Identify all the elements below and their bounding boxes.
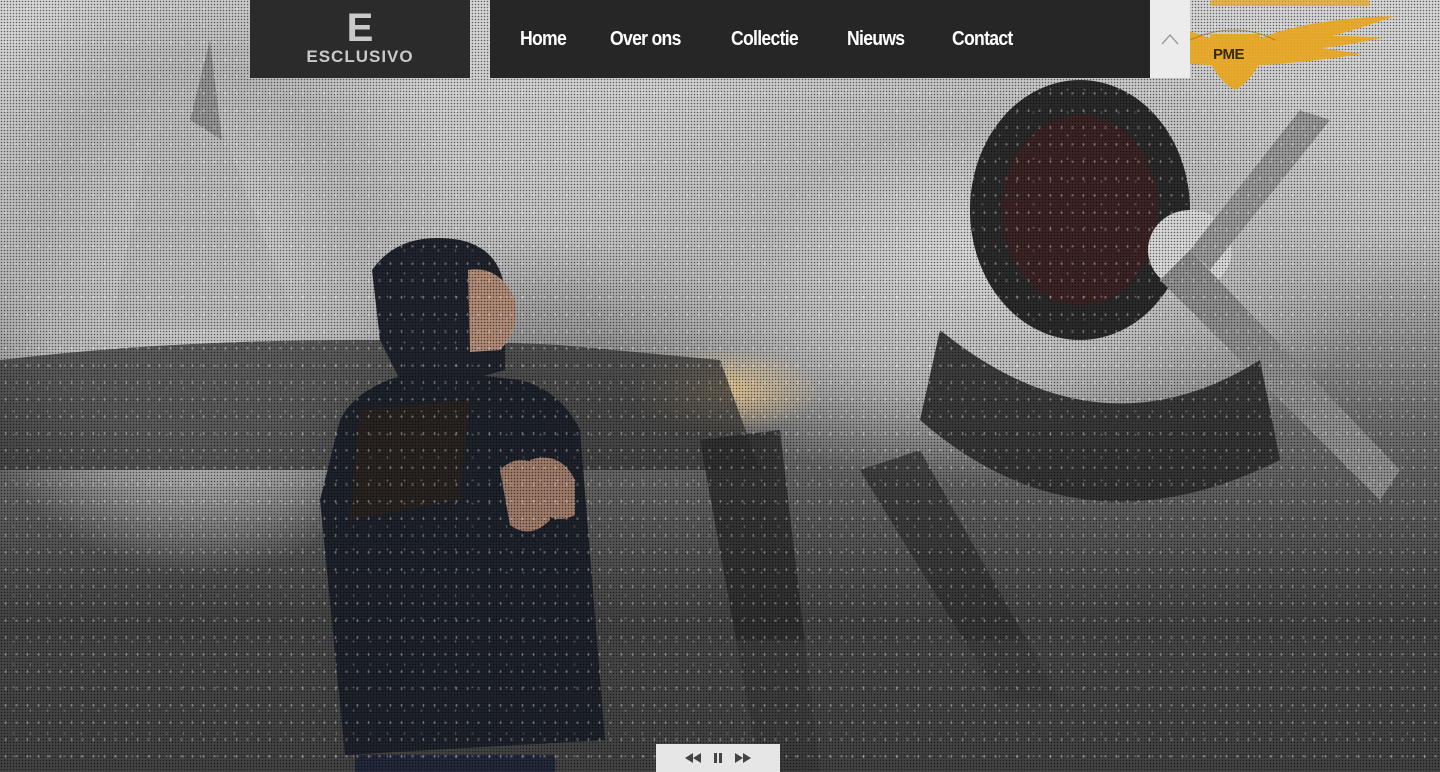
nav-item-over-ons[interactable]: Over ons: [610, 28, 681, 51]
hero-illustration: [0, 40, 1440, 772]
logo-text: ESCLUSIVO: [306, 47, 414, 66]
slider-controls: [656, 744, 780, 772]
slider-prev-button[interactable]: [685, 753, 701, 763]
pause-icon: [714, 753, 722, 763]
slider-next-button[interactable]: [735, 753, 751, 763]
scroll-top-button[interactable]: [1150, 0, 1190, 78]
nav-item-home[interactable]: Home: [520, 28, 567, 51]
hero-image: [0, 0, 1440, 772]
nav-item-nieuws[interactable]: Nieuws: [847, 28, 905, 51]
chevron-up-icon: [1161, 33, 1179, 45]
fast-forward-icon: [735, 753, 751, 763]
slider-pause-button[interactable]: [713, 753, 723, 763]
rewind-icon: [685, 753, 701, 763]
nav-item-collectie[interactable]: Collectie: [731, 28, 799, 51]
logo-mark: E: [346, 6, 374, 50]
badge-label: PME: [1213, 46, 1245, 63]
page: PME E ESCLUSIVO Home Over ons Collectie …: [0, 0, 1440, 772]
main-nav: Home Over ons Collectie Nieuws Contact: [490, 0, 1150, 78]
nav-item-contact[interactable]: Contact: [952, 28, 1013, 51]
site-logo[interactable]: E ESCLUSIVO: [250, 0, 470, 78]
